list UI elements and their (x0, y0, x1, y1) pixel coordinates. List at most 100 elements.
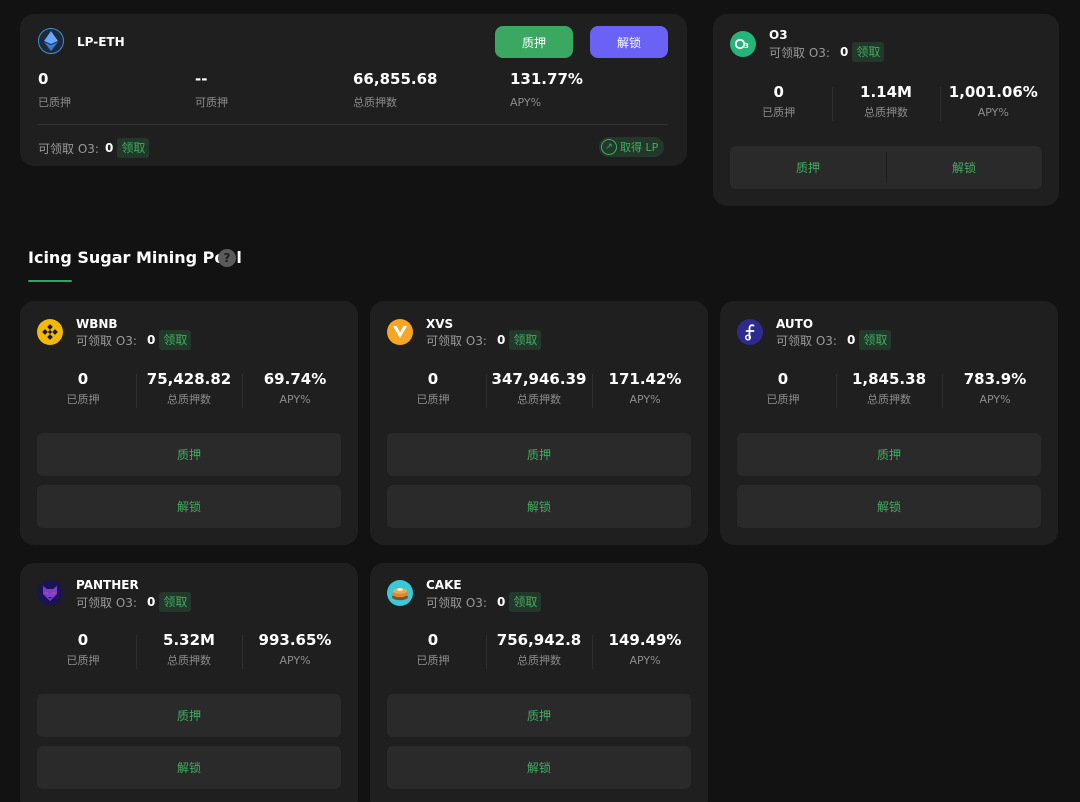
stat-value: 149.49% (608, 631, 682, 649)
claim-button[interactable]: 领取 (159, 330, 192, 350)
stake-button[interactable]: 质押 (730, 146, 886, 189)
stat-value: 0 (427, 370, 439, 388)
claimable-row: 可领取 O3: 0 领取 (76, 330, 192, 350)
claimable-amount: 0 (839, 45, 849, 59)
total-staked-stat: 5.32M 总质押数 (136, 631, 242, 669)
stat-label: 总质押数 (863, 106, 908, 119)
claimable-label: 可领取 O3: (76, 595, 137, 610)
total-staked-stat: 66,855.68 总质押数 (353, 70, 437, 110)
apy-stat: 131.77% APY% (510, 70, 583, 110)
unstake-button[interactable]: 解锁 (37, 746, 341, 789)
stat-value: -- (195, 70, 208, 88)
claimable-row: 可领取 O3: 0 领取 (76, 592, 192, 612)
lp-eth-card: LP-ETH 质押 解锁 0 已质押 -- 可质押 66,855.68 总质押数… (20, 14, 687, 166)
stat-label: 已质押 (416, 654, 450, 667)
apy-stat: 783.9% APY% (942, 370, 1048, 408)
unstake-button[interactable]: 解锁 (737, 485, 1041, 528)
stake-button[interactable]: 质押 (37, 694, 341, 737)
divider (38, 124, 668, 125)
claimable-amount: 0 (496, 595, 506, 609)
claim-button[interactable]: 领取 (159, 592, 192, 612)
stat-value: 69.74% (263, 370, 327, 388)
stats-row: 0 已质押 756,942.8 总质押数 149.49% APY% (380, 631, 698, 669)
staked-stat: 0 已质押 (380, 631, 486, 668)
claim-button[interactable]: 领取 (509, 592, 542, 612)
stat-label: 总质押数 (167, 654, 211, 667)
stat-label: APY% (977, 106, 1009, 119)
stakeable-stat: -- 可质押 (195, 70, 228, 110)
unstake-button[interactable]: 解锁 (387, 485, 691, 528)
stat-label: 总质押数 (867, 393, 911, 406)
stat-value: 75,428.82 (146, 370, 232, 388)
staked-stat: 0 已质押 (38, 70, 71, 110)
apy-stat: 69.74% APY% (242, 370, 348, 408)
stat-value: 783.9% (963, 370, 1027, 388)
get-lp-button[interactable]: ↗ 取得 LP (599, 137, 665, 157)
pool-card-cake: CAKE 可领取 O3: 0 领取 0 已质押 756,942.8 总质押数 1… (370, 563, 708, 802)
total-staked-stat: 756,942.8 总质押数 (486, 631, 592, 669)
staked-stat: 0 已质押 (725, 83, 832, 120)
stat-value: 0 (427, 631, 439, 649)
unstake-button[interactable]: 解锁 (886, 146, 1042, 189)
stats-row: 0 已质押 1,845.38 总质押数 783.9% APY% (730, 370, 1048, 408)
ethereum-icon (38, 28, 64, 54)
venus-icon (387, 319, 413, 345)
stats-row: 0 已质押 347,946.39 总质押数 171.42% APY% (380, 370, 698, 408)
stat-value: 756,942.8 (496, 631, 582, 649)
claim-button[interactable]: 领取 (852, 42, 885, 62)
stake-button[interactable]: 质押 (495, 26, 573, 58)
stats-row: 0 已质押 75,428.82 总质押数 69.74% APY% (30, 370, 348, 408)
claimable-label: 可领取 O3: (769, 45, 830, 60)
token-name: AUTO (776, 317, 814, 331)
stake-button[interactable]: 质押 (387, 433, 691, 476)
o3-card: 3 O3 可领取 O3: 0 领取 0 已质押 1.14M 总质押数 1,001… (713, 14, 1059, 206)
apy-stat: 1,001.06% APY% (939, 83, 1047, 121)
stat-label: APY% (510, 96, 542, 109)
claimable-row: 可领取 O3: 0 领取 (426, 330, 542, 350)
panther-icon (37, 580, 63, 606)
claimable-row: 可领取 O3: 0 领取 (426, 592, 542, 612)
token-name: PANTHER (76, 578, 139, 592)
stat-value: 131.77% (510, 70, 583, 88)
stake-button[interactable]: 质押 (37, 433, 341, 476)
stake-button[interactable]: 质押 (737, 433, 1041, 476)
bnb-icon (37, 319, 63, 345)
token-name: XVS (426, 317, 454, 331)
auto-icon (737, 319, 763, 345)
claim-button[interactable]: 领取 (509, 330, 542, 350)
stat-value: 993.65% (258, 631, 332, 649)
stat-value: 1,845.38 (851, 370, 927, 388)
stat-label: 总质押数 (517, 393, 561, 406)
o3-logo-icon: 3 (730, 31, 756, 57)
stat-label: 总质押数 (353, 96, 397, 109)
staked-stat: 0 已质押 (380, 370, 486, 407)
total-staked-stat: 1.14M 总质押数 (832, 83, 939, 121)
svg-text:3: 3 (744, 42, 749, 50)
arrow-up-right-icon: ↗ (601, 139, 617, 155)
stat-label: 已质押 (762, 106, 796, 119)
claimable-label: 可领取 O3: (776, 333, 837, 348)
claimable-row: 可领取 O3: 0 领取 (38, 138, 150, 158)
stat-label: APY% (979, 393, 1011, 406)
stake-button[interactable]: 质押 (387, 694, 691, 737)
pancake-icon (387, 580, 413, 606)
claim-button[interactable]: 领取 (859, 330, 892, 350)
claimable-label: 可领取 O3: (426, 333, 487, 348)
staked-stat: 0 已质押 (730, 370, 836, 407)
unstake-button[interactable]: 解锁 (37, 485, 341, 528)
get-lp-label: 取得 LP (620, 141, 659, 154)
claimable-label: 可领取 O3: (426, 595, 487, 610)
stat-label: 已质押 (38, 96, 71, 109)
unstake-button[interactable]: 解锁 (387, 746, 691, 789)
pool-card-auto: AUTO 可领取 O3: 0 领取 0 已质押 1,845.38 总质押数 78… (720, 301, 1058, 545)
claimable-row: 可领取 O3: 0 领取 (769, 42, 885, 62)
claimable-amount: 0 (146, 595, 156, 609)
staked-stat: 0 已质押 (30, 370, 136, 407)
stat-label: 总质押数 (167, 393, 211, 406)
claimable-amount: 0 (496, 333, 506, 347)
help-icon[interactable]: ? (218, 249, 236, 267)
claim-button[interactable]: 领取 (117, 138, 150, 158)
stat-label: 已质押 (766, 393, 800, 406)
section-title: Icing Sugar Mining Pool (28, 248, 242, 267)
unstake-button[interactable]: 解锁 (590, 26, 668, 58)
